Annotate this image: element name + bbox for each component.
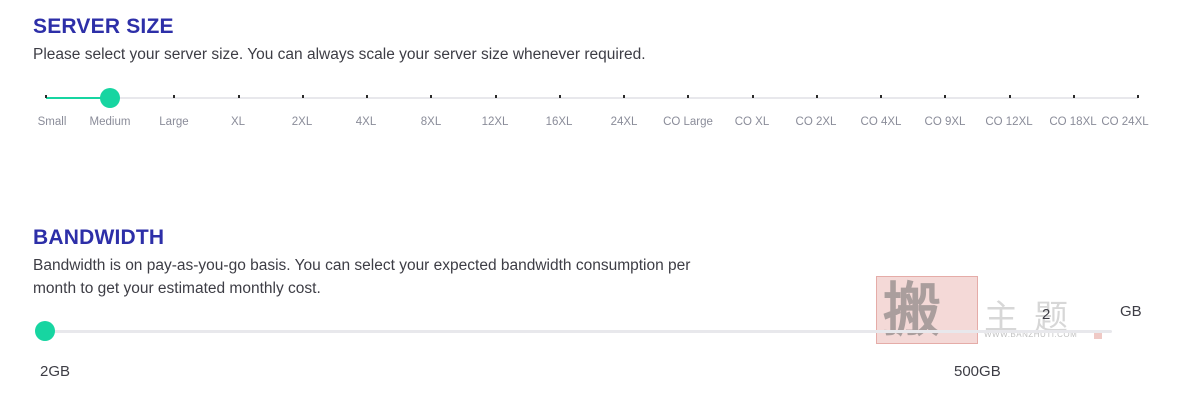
server-size-tick: [1137, 95, 1139, 98]
server-size-option-label[interactable]: CO 4XL: [861, 116, 902, 128]
server-size-slider-handle[interactable]: [100, 88, 121, 108]
server-size-option-label[interactable]: 2XL: [292, 116, 312, 128]
server-size-tick: [815, 95, 818, 98]
server-size-tick: [366, 95, 369, 98]
server-size-option-label[interactable]: CO Large: [663, 116, 713, 128]
server-size-tick: [687, 95, 690, 98]
server-size-description: Please select your server size. You can …: [33, 46, 646, 63]
bandwidth-description-line1: Bandwidth is on pay-as-you-go basis. You…: [33, 257, 691, 274]
bandwidth-min-label: 2GB: [40, 363, 71, 380]
server-size-option-label[interactable]: Small: [38, 116, 67, 128]
bandwidth-max-label: 500GB: [954, 363, 1001, 380]
server-size-option-label[interactable]: 8XL: [421, 116, 441, 128]
server-size-tick: [558, 95, 561, 98]
server-size-option-label[interactable]: CO 12XL: [985, 116, 1032, 128]
server-size-tick: [623, 95, 626, 98]
server-size-option-label[interactable]: CO 2XL: [796, 116, 837, 128]
bandwidth-unit: GB: [1120, 303, 1142, 320]
server-size-tick: [880, 95, 883, 98]
server-size-option-label[interactable]: CO 18XL: [1049, 116, 1096, 128]
bandwidth-description: Bandwidth is on pay-as-you-go basis. You…: [33, 254, 690, 300]
server-size-tick: [430, 95, 433, 98]
server-size-slider[interactable]: Small Medium Large XL 2XL 4XL 8XL 12XL 16XL 24XL C…: [0, 80, 1188, 140]
server-size-option-label[interactable]: CO 9XL: [925, 116, 966, 128]
watermark-seal: 搬: [876, 276, 978, 344]
bandwidth-description-line2: month to get your estimated monthly cost…: [33, 280, 321, 297]
server-size-tick: [944, 95, 947, 98]
server-size-option-label[interactable]: 24XL: [611, 116, 638, 128]
server-size-option-label[interactable]: 12XL: [482, 116, 509, 128]
server-size-option-label[interactable]: 16XL: [546, 116, 573, 128]
watermark: 搬 主题 WWW.BANZHUTI.COM: [876, 276, 1106, 346]
server-size-track[interactable]: [46, 97, 1138, 99]
server-size-tick: [237, 95, 240, 98]
server-size-option-label[interactable]: CO XL: [735, 116, 770, 128]
server-size-option-label[interactable]: XL: [231, 116, 245, 128]
bandwidth-title: BANDWIDTH: [33, 226, 165, 249]
server-size-tick: [45, 95, 47, 98]
server-size-tick: [1008, 95, 1011, 98]
server-size-tick: [173, 95, 176, 98]
server-size-option-label[interactable]: Large: [159, 116, 188, 128]
server-size-tick: [494, 95, 497, 98]
server-size-tick: [751, 95, 754, 98]
server-size-option-label[interactable]: CO 24XL: [1101, 116, 1148, 128]
server-size-option-label[interactable]: 4XL: [356, 116, 376, 128]
server-size-tick: [1072, 95, 1075, 98]
server-size-tick: [301, 95, 304, 98]
server-size-title: SERVER SIZE: [33, 15, 174, 38]
server-size-option-label[interactable]: Medium: [90, 116, 131, 128]
bandwidth-slider-track[interactable]: [46, 330, 1112, 333]
bandwidth-value[interactable]: 2: [1042, 306, 1050, 323]
bandwidth-slider-handle[interactable]: [35, 321, 55, 341]
